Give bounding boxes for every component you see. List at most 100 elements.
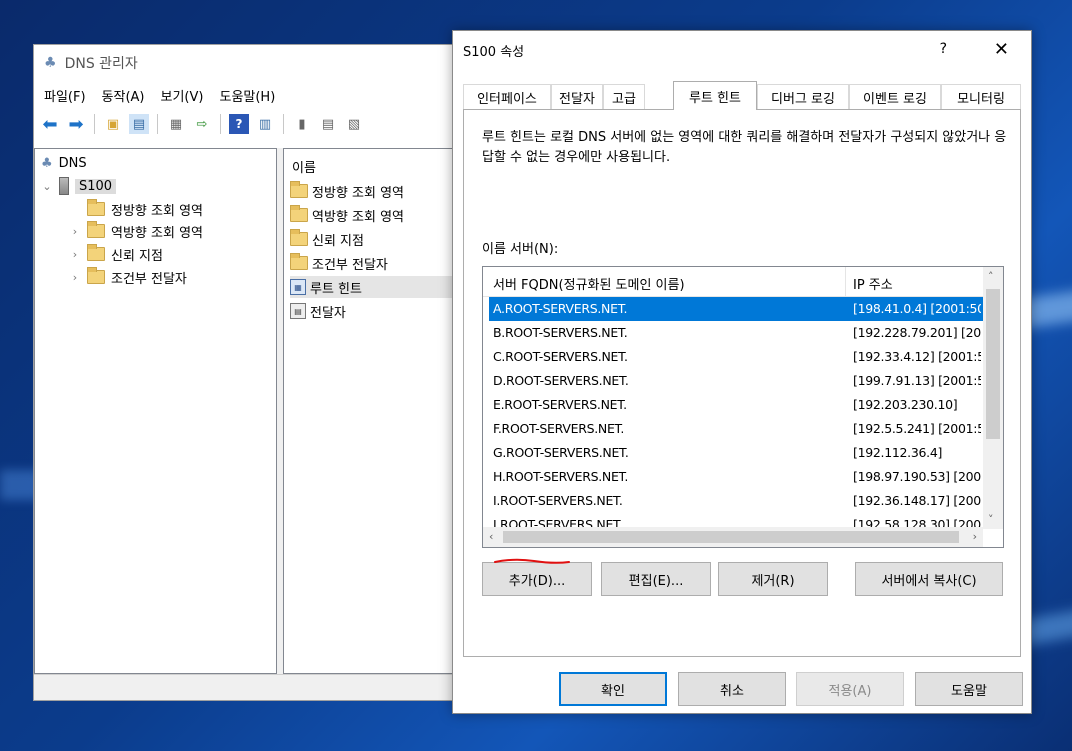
scroll-left-icon[interactable]: ‹ — [489, 530, 493, 543]
tab-event-logging[interactable]: 이벤트 로깅 — [849, 84, 941, 110]
tab-root-hints[interactable]: 루트 힌트 — [673, 81, 757, 110]
tree-item-dns[interactable]: ♣ DNS — [41, 152, 87, 174]
menu-view[interactable]: 보기(V) — [161, 86, 204, 105]
toolbar: ⬅ ➡ ▣ ▤ ▦ ⇨ ? ▥ ▮ ▤ ▧ — [34, 109, 467, 139]
tree-item-forward-zones[interactable]: 정방향 조회 영역 — [69, 198, 203, 220]
scroll-thumb[interactable] — [503, 531, 959, 543]
properties-dialog: S100 속성 ? ✕ 인터페이스 전달자 고급 루트 힌트 디버그 로깅 이벤… — [452, 30, 1032, 714]
export-list-icon[interactable]: ⇨ — [192, 114, 212, 134]
close-icon[interactable]: ✕ — [994, 39, 1009, 60]
table-row[interactable]: E.ROOT-SERVERS.NET. [192.203.230.10] — [489, 393, 983, 417]
tab-monitoring[interactable]: 모니터링 — [941, 84, 1021, 110]
chevron-down-icon[interactable]: ⌄ — [41, 180, 53, 193]
tree-pane: ♣ DNS ⌄ S100 정방향 조회 영역 › 역방향 조회 영역 › 신뢰 … — [34, 148, 277, 674]
scroll-right-icon[interactable]: › — [973, 530, 977, 543]
console-icon[interactable]: ▥ — [255, 114, 275, 134]
list-item[interactable]: 조건부 전달자 — [290, 252, 470, 274]
scroll-thumb[interactable] — [986, 289, 1000, 439]
scroll-up-icon[interactable]: ˄ — [988, 270, 994, 283]
show-hide-tree-icon[interactable]: ▤ — [129, 114, 149, 134]
table-row[interactable]: G.ROOT-SERVERS.NET. [192.112.36.4] — [489, 441, 983, 465]
chevron-right-icon[interactable]: › — [69, 225, 81, 238]
tab-advanced[interactable]: 고급 — [603, 84, 645, 110]
tree-item-reverse-zones[interactable]: › 역방향 조회 영역 — [69, 220, 203, 242]
list-item[interactable]: ▦ 루트 힌트 — [290, 276, 470, 298]
name-servers-list[interactable]: 서버 FQDN(정규화된 도메인 이름) IP 주소 A.ROOT-SERVER… — [482, 266, 1004, 548]
tab-strip: 인터페이스 전달자 고급 루트 힌트 디버그 로깅 이벤트 로깅 모니터링 — [463, 81, 1021, 110]
cancel-button[interactable]: 취소 — [678, 672, 786, 706]
table-row[interactable]: F.ROOT-SERVERS.NET. [192.5.5.241] [2001:… — [489, 417, 983, 441]
tree-item-s100[interactable]: ⌄ S100 — [41, 175, 117, 197]
chevron-right-icon[interactable]: › — [69, 248, 81, 261]
toolbar-separator — [220, 114, 221, 134]
cell-ip: [192.228.79.201] [200 — [853, 325, 981, 340]
name-servers-label: 이름 서버(N): — [482, 242, 559, 257]
detail-view-icon[interactable]: ▧ — [344, 114, 364, 134]
menu-help[interactable]: 도움말(H) — [219, 86, 275, 105]
apply-button[interactable]: 적용(A) — [796, 672, 904, 706]
scroll-down-icon[interactable]: ˅ — [988, 513, 994, 526]
tree-item-label: 신뢰 지점 — [111, 248, 163, 264]
help-button[interactable]: ? — [940, 41, 947, 57]
column-header-ip[interactable]: IP 주소 — [853, 274, 893, 293]
back-arrow-icon[interactable]: ⬅ — [40, 114, 60, 135]
tab-debug-logging[interactable]: 디버그 로깅 — [757, 84, 849, 110]
cell-fqdn: I.ROOT-SERVERS.NET. — [493, 493, 623, 508]
list-view-icon[interactable]: ▤ — [318, 114, 338, 134]
properties-icon[interactable]: ▦ — [166, 114, 186, 134]
table-row[interactable]: B.ROOT-SERVERS.NET. [192.228.79.201] [20… — [489, 321, 983, 345]
tab-label: 이벤트 로깅 — [863, 92, 927, 107]
list-item[interactable]: 역방향 조회 영역 — [290, 204, 470, 226]
table-row[interactable]: H.ROOT-SERVERS.NET. [198.97.190.53] [200… — [489, 465, 983, 489]
menu-action[interactable]: 동작(A) — [102, 86, 145, 105]
remove-button[interactable]: 제거(R) — [718, 562, 828, 596]
column-header-fqdn[interactable]: 서버 FQDN(정규화된 도메인 이름) — [493, 274, 685, 293]
table-row[interactable]: A.ROOT-SERVERS.NET. [198.41.0.4] [2001:5… — [489, 297, 983, 321]
forwarders-icon: ▤ — [290, 303, 306, 319]
table-row[interactable]: I.ROOT-SERVERS.NET. [192.36.148.17] [200… — [489, 489, 983, 513]
list-item[interactable]: ▤ 전달자 — [290, 300, 470, 322]
toolbar-separator — [157, 114, 158, 134]
dns-tree-icon: ♣ — [44, 55, 57, 71]
column-header-name[interactable]: 이름 — [292, 157, 316, 176]
list-item-label: 루트 힌트 — [310, 281, 362, 297]
copy-from-server-button[interactable]: 서버에서 복사(C) — [855, 562, 1003, 596]
add-button[interactable]: 추가(D)... — [482, 562, 592, 596]
root-hints-description: 루트 힌트는 로컬 DNS 서버에 없는 영역에 대한 쿼리를 해결하며 전달자… — [482, 130, 1007, 165]
toolbar-separator — [94, 114, 95, 134]
help-icon[interactable]: ? — [229, 114, 249, 134]
list-item-label: 전달자 — [310, 305, 346, 321]
vertical-scrollbar[interactable]: ˄ ˅ — [983, 267, 1003, 529]
cell-fqdn: H.ROOT-SERVERS.NET. — [493, 469, 629, 484]
tab-forwarders[interactable]: 전달자 — [551, 84, 603, 110]
tab-label: 모니터링 — [957, 92, 1005, 107]
column-divider — [845, 267, 846, 297]
folder-icon — [290, 181, 308, 198]
forward-arrow-icon[interactable]: ➡ — [66, 114, 86, 135]
up-folder-icon[interactable]: ▣ — [103, 114, 123, 134]
cell-fqdn: A.ROOT-SERVERS.NET. — [493, 301, 628, 316]
cell-ip: [192.112.36.4] — [853, 445, 943, 460]
folder-icon — [290, 229, 308, 246]
tab-interfaces[interactable]: 인터페이스 — [463, 84, 551, 110]
help-footer-button[interactable]: 도움말 — [915, 672, 1023, 706]
root-hints-icon: ▦ — [290, 279, 306, 295]
tree-item-conditional-forwarders[interactable]: › 조건부 전달자 — [69, 266, 187, 288]
list-item[interactable]: 정방향 조회 영역 — [290, 180, 470, 202]
tree-item-trust-points[interactable]: › 신뢰 지점 — [69, 243, 163, 265]
ok-button[interactable]: 확인 — [559, 672, 667, 706]
cell-fqdn: D.ROOT-SERVERS.NET. — [493, 373, 629, 388]
list-item[interactable]: 신뢰 지점 — [290, 228, 470, 250]
chevron-right-icon[interactable]: › — [69, 271, 81, 284]
dialog-title: S100 속성 — [463, 44, 525, 60]
server-icon[interactable]: ▮ — [292, 114, 312, 134]
horizontal-scrollbar[interactable]: ‹ › — [483, 527, 983, 547]
toolbar-separator — [283, 114, 284, 134]
table-row[interactable]: C.ROOT-SERVERS.NET. [192.33.4.12] [2001:… — [489, 345, 983, 369]
dns-manager-titlebar: ♣ DNS 관리자 — [34, 45, 467, 81]
table-row[interactable]: D.ROOT-SERVERS.NET. [199.7.91.13] [2001:… — [489, 369, 983, 393]
tab-label: 인터페이스 — [477, 92, 537, 107]
menu-file[interactable]: 파일(F) — [44, 86, 86, 105]
edit-button[interactable]: 편집(E)... — [601, 562, 711, 596]
dns-tree-icon: ♣ — [41, 155, 53, 171]
